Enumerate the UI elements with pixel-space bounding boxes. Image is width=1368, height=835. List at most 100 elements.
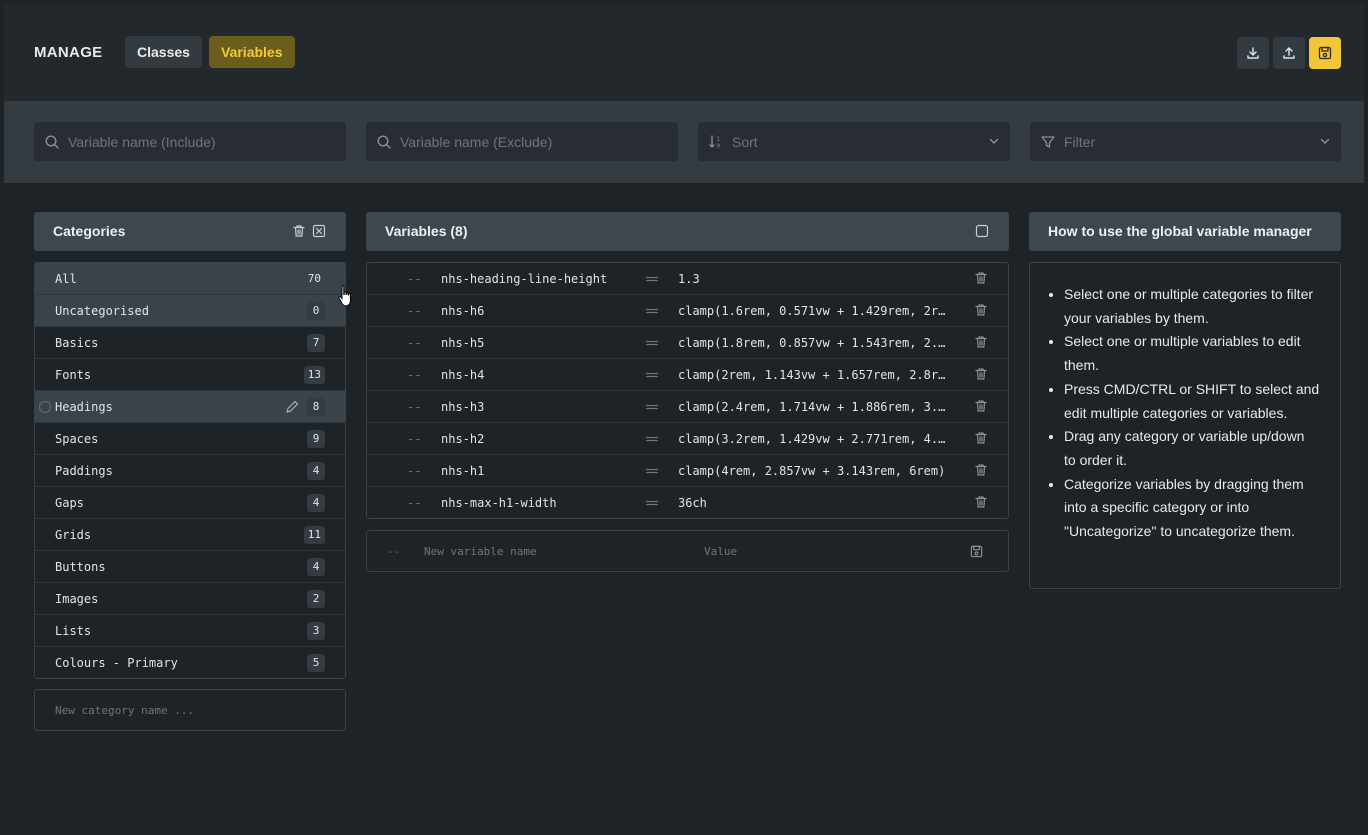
include-search-input[interactable] xyxy=(68,133,328,150)
category-item-basics[interactable]: Basics 7 xyxy=(35,327,345,359)
variable-value[interactable]: clamp(2.4rem, 1.714vw + 1.886rem, 3.6… xyxy=(678,400,948,414)
category-item-headings[interactable]: Headings 8 xyxy=(35,391,345,423)
variable-name[interactable]: nhs-h5 xyxy=(441,336,645,350)
category-item-buttons[interactable]: Buttons 4 xyxy=(35,551,345,583)
category-item-colours-primary[interactable]: Colours - Primary 5 xyxy=(35,647,345,679)
variable-name[interactable]: nhs-h2 xyxy=(441,432,645,446)
category-count: 3 xyxy=(307,621,325,640)
new-variable-prefix: -- xyxy=(387,544,401,558)
category-item-spaces[interactable]: Spaces 9 xyxy=(35,423,345,455)
help-item: Select one or multiple categories to fil… xyxy=(1064,283,1320,330)
search-icon xyxy=(45,134,59,149)
trash-icon[interactable] xyxy=(974,431,988,445)
category-count: 2 xyxy=(307,589,325,608)
trash-icon[interactable] xyxy=(292,224,306,238)
variable-value[interactable]: 36ch xyxy=(678,496,948,510)
drag-handle-icon[interactable] xyxy=(645,368,678,382)
variable-row[interactable]: -- nhs-h2 clamp(3.2rem, 1.429vw + 2.771r… xyxy=(367,423,1008,455)
upload-button[interactable] xyxy=(1273,37,1305,69)
category-label: Headings xyxy=(55,399,113,414)
variable-row[interactable]: -- nhs-h4 clamp(2rem, 1.143vw + 1.657rem… xyxy=(367,359,1008,391)
save-icon[interactable] xyxy=(969,544,984,559)
category-label: Paddings xyxy=(55,463,113,478)
edit-icon[interactable] xyxy=(285,400,299,414)
category-item-grids[interactable]: Grids 11 xyxy=(35,519,345,551)
filter-label: Filter xyxy=(1064,133,1096,150)
download-button[interactable] xyxy=(1237,37,1269,69)
category-count: 7 xyxy=(307,333,325,352)
category-label: Fonts xyxy=(55,367,92,382)
category-label: Grids xyxy=(55,527,92,542)
trash-icon[interactable] xyxy=(974,463,988,477)
trash-icon[interactable] xyxy=(974,367,988,381)
new-category-field[interactable] xyxy=(34,689,346,731)
category-label: All xyxy=(55,271,77,286)
new-variable-value-input[interactable] xyxy=(704,544,944,558)
sort-label: Sort xyxy=(732,133,758,150)
help-header: How to use the global variable manager xyxy=(1029,212,1341,251)
category-item-images[interactable]: Images 2 xyxy=(35,583,345,615)
category-item-gaps[interactable]: Gaps 4 xyxy=(35,487,345,519)
new-variable-name-input[interactable] xyxy=(424,544,704,558)
variable-row[interactable]: -- nhs-h6 clamp(1.6rem, 0.571vw + 1.429r… xyxy=(367,295,1008,327)
drag-handle-icon[interactable] xyxy=(645,432,678,446)
category-item-paddings[interactable]: Paddings 4 xyxy=(35,455,345,487)
category-label: Images xyxy=(55,591,99,606)
variable-row[interactable]: -- nhs-max-h1-width 36ch xyxy=(367,487,1008,519)
category-item-fonts[interactable]: Fonts 13 xyxy=(35,359,345,391)
exclude-search-input[interactable] xyxy=(400,133,660,150)
variable-value[interactable]: clamp(2rem, 1.143vw + 1.657rem, 2.8re… xyxy=(678,368,948,382)
svg-text:1: 1 xyxy=(717,136,721,142)
variable-row[interactable]: -- nhs-h1 clamp(4rem, 2.857vw + 3.143rem… xyxy=(367,455,1008,487)
category-count: 5 xyxy=(307,654,325,672)
variable-name[interactable]: nhs-max-h1-width xyxy=(441,496,645,510)
deselect-icon[interactable] xyxy=(312,224,326,238)
drag-handle-icon[interactable] xyxy=(645,400,678,414)
variable-value[interactable]: clamp(4rem, 2.857vw + 3.143rem, 6rem) xyxy=(678,464,948,478)
exclude-search-field[interactable] xyxy=(366,122,678,161)
sort-select[interactable]: 19 Sort xyxy=(698,122,1010,161)
chevron-down-icon xyxy=(1320,138,1330,144)
variable-name[interactable]: nhs-heading-line-height xyxy=(441,272,645,286)
drag-handle-icon[interactable] xyxy=(645,464,678,478)
drag-handle-icon[interactable] xyxy=(645,272,678,286)
category-item-lists[interactable]: Lists 3 xyxy=(35,615,345,647)
trash-icon[interactable] xyxy=(974,271,988,285)
filter-select[interactable]: Filter xyxy=(1030,122,1341,161)
select-all-checkbox[interactable] xyxy=(975,224,989,238)
variable-row[interactable]: -- nhs-heading-line-height 1.3 xyxy=(367,263,1008,295)
variable-row[interactable]: -- nhs-h5 clamp(1.8rem, 0.857vw + 1.543r… xyxy=(367,327,1008,359)
variable-name[interactable]: nhs-h3 xyxy=(441,400,645,414)
tab-classes[interactable]: Classes xyxy=(125,36,202,68)
variable-value[interactable]: clamp(1.6rem, 0.571vw + 1.429rem, 2re… xyxy=(678,304,948,318)
drag-handle-icon[interactable] xyxy=(38,400,52,414)
variable-value[interactable]: clamp(1.8rem, 0.857vw + 1.543rem, 2.4… xyxy=(678,336,948,350)
variable-value[interactable]: clamp(3.2rem, 1.429vw + 2.771rem, 4.2… xyxy=(678,432,948,446)
include-search-field[interactable] xyxy=(34,122,346,161)
tab-variables[interactable]: Variables xyxy=(209,36,295,68)
category-item-uncategorised[interactable]: Uncategorised 0 xyxy=(35,295,345,327)
variable-name[interactable]: nhs-h1 xyxy=(441,464,645,478)
trash-icon[interactable] xyxy=(974,335,988,349)
variable-name[interactable]: nhs-h4 xyxy=(441,368,645,382)
categories-title: Categories xyxy=(53,223,126,239)
variable-value[interactable]: 1.3 xyxy=(678,272,948,286)
categories-header: Categories xyxy=(34,212,346,251)
drag-handle-icon[interactable] xyxy=(645,336,678,350)
new-category-input[interactable] xyxy=(55,703,325,717)
variable-row[interactable]: -- nhs-h3 clamp(2.4rem, 1.714vw + 1.886r… xyxy=(367,391,1008,423)
save-button[interactable] xyxy=(1309,37,1341,69)
variables-header: Variables (8) xyxy=(366,212,1009,251)
drag-handle-icon[interactable] xyxy=(645,496,678,510)
trash-icon[interactable] xyxy=(974,399,988,413)
variable-name[interactable]: nhs-h6 xyxy=(441,304,645,318)
drag-handle-icon[interactable] xyxy=(645,304,678,318)
category-count: 70 xyxy=(307,271,321,285)
category-count: 4 xyxy=(307,461,325,480)
trash-icon[interactable] xyxy=(974,303,988,317)
category-label: Lists xyxy=(55,623,92,638)
trash-icon[interactable] xyxy=(974,495,988,509)
category-item-all[interactable]: All 70 xyxy=(35,263,345,295)
category-label: Buttons xyxy=(55,559,106,574)
variable-prefix: -- xyxy=(407,271,422,286)
